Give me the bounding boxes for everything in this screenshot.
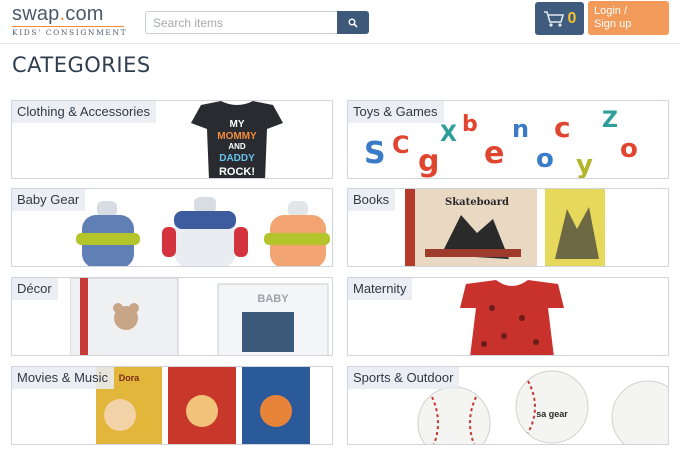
category-toys-games[interactable]: Toys & Games S C g X b e n o c y Z o [347,100,669,179]
page-title: CATEGORIES [12,53,151,77]
picture-books-image: Skateboard [405,189,605,266]
svg-text:C: C [392,131,410,159]
search-icon [348,18,358,28]
cart-icon [543,10,564,27]
category-baby-gear[interactable]: Baby Gear [11,188,333,267]
category-label: Toys & Games [348,101,444,123]
svg-text:Skateboard: Skateboard [445,197,509,208]
svg-text:S: S [364,136,386,171]
svg-text:MOMMY: MOMMY [217,131,257,142]
svg-text:o: o [620,134,638,164]
svg-text:c: c [554,111,571,144]
svg-text:Z: Z [602,108,618,133]
svg-text:AND: AND [228,142,246,151]
category-movies-music[interactable]: Movies & Music Dora [11,366,333,445]
category-books[interactable]: Books Skateboard [347,188,669,267]
svg-text:BABY: BABY [257,293,289,305]
logo-tagline: KIDS' CONSIGNMENT [12,28,128,37]
category-label: Décor [12,278,58,300]
svg-text:y: y [576,150,593,179]
site-header: swap.com KIDS' CONSIGNMENT 0 Login / Sig… [0,0,680,44]
cart-count: 0 [567,9,577,27]
category-label: Books [348,189,396,211]
signup-label: Sign up [594,18,632,30]
svg-text:sa gear: sa gear [536,409,568,419]
red-floral-dress-image [460,280,564,355]
search-input[interactable] [145,11,338,34]
sippy-cups-image [76,197,330,266]
svg-text:ROCK!: ROCK! [219,166,255,178]
logo-underline [12,26,124,27]
logo-wordmark: swap.com [12,3,104,25]
svg-text:MY: MY [230,119,245,130]
login-label: Login / [594,5,628,17]
svg-text:DADDY: DADDY [219,153,255,164]
svg-text:n: n [512,115,529,143]
category-label: Baby Gear [12,189,86,211]
category-label: Movies & Music [12,367,115,389]
category-label: Sports & Outdoor [348,367,460,389]
kids-tshirt-image: MY MOMMY AND DADDY ROCK! [191,101,283,178]
svg-text:g: g [418,144,439,179]
svg-text:X: X [440,122,457,147]
svg-text:e: e [484,136,504,171]
category-label: Clothing & Accessories [12,101,156,123]
category-decor[interactable]: Décor BABY [11,277,333,356]
picture-frames-image: BABY [70,278,329,355]
svg-text:o: o [536,144,554,174]
category-maternity[interactable]: Maternity [347,277,669,356]
dvd-cases-image: Dora [96,367,310,444]
category-clothing-accessories[interactable]: Clothing & Accessories MY MOMMY AND DADD… [11,100,333,179]
category-sports-outdoor[interactable]: Sports & Outdoor sa gear [347,366,669,445]
site-logo[interactable]: swap.com KIDS' CONSIGNMENT [12,3,128,38]
login-signup-button[interactable]: Login / Sign up [588,1,669,35]
category-label: Maternity [348,278,413,300]
search-button[interactable] [337,11,369,34]
svg-text:b: b [462,112,478,137]
cart-button[interactable]: 0 [535,2,584,35]
svg-text:Dora: Dora [119,373,140,383]
